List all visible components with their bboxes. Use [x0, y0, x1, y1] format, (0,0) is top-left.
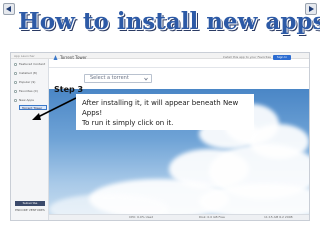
favorites-icon	[14, 90, 17, 93]
featured-icon	[14, 63, 17, 66]
prev-slide-button[interactable]	[3, 3, 15, 15]
slide-title: How to install new apps	[18, 8, 320, 35]
select-placeholder: Select a torrent	[90, 75, 129, 81]
subscribe-badge[interactable]: Subscribe	[15, 201, 45, 206]
callout-arrow-icon	[32, 97, 77, 120]
header-hint: Install this app to your Favorites	[222, 55, 271, 59]
sidebar-item-label: Favorites (0)	[19, 89, 38, 93]
sidebar-item-label: Popular (9)	[19, 80, 36, 84]
callout-line-1: After installing it, it will appear bene…	[82, 99, 239, 117]
sidebar: Featured Content Installed (8) Popular (…	[11, 59, 49, 220]
arrow-left-icon	[6, 6, 11, 12]
sidebar-item-favorites[interactable]: Favorites (0)	[13, 88, 47, 95]
sidebar-item-featured[interactable]: Featured Content	[13, 61, 47, 68]
sidebar-item-label: Installed (8)	[19, 71, 37, 75]
app-screenshot: App Launcher Featured Content Installed …	[10, 52, 310, 221]
callout-line-2: To run it simply click on it.	[82, 119, 174, 127]
tower-icon	[53, 55, 58, 60]
brand-logo: ENCORE VENTURES	[15, 208, 45, 212]
sidebar-item-popular[interactable]: Popular (9)	[13, 79, 47, 86]
app-name: Torrent Tower	[60, 55, 87, 60]
signin-button[interactable]: Sign In	[273, 55, 291, 60]
step-label: Step 3	[54, 85, 84, 94]
chevron-down-icon	[144, 77, 148, 81]
sidebar-item-installed[interactable]: Installed (8)	[13, 70, 47, 77]
new-apps-icon	[14, 99, 17, 102]
torrent-select[interactable]: Select a torrent	[84, 74, 152, 83]
status-disk: Disk: 0.0 GB Free	[199, 215, 225, 219]
status-cpu: CPU: 0.0% Used	[129, 215, 154, 219]
callout-box: After installing it, it will appear bene…	[76, 94, 254, 130]
installed-icon	[14, 72, 17, 75]
status-bar: CPU: 0.0% Used Disk: 0.0 GB Free 11:15 A…	[49, 214, 309, 220]
sidebar-item-label: Featured Content	[19, 62, 46, 66]
status-clock: 11:15 AM 6.2 2008	[264, 215, 293, 219]
popular-icon	[14, 81, 17, 84]
